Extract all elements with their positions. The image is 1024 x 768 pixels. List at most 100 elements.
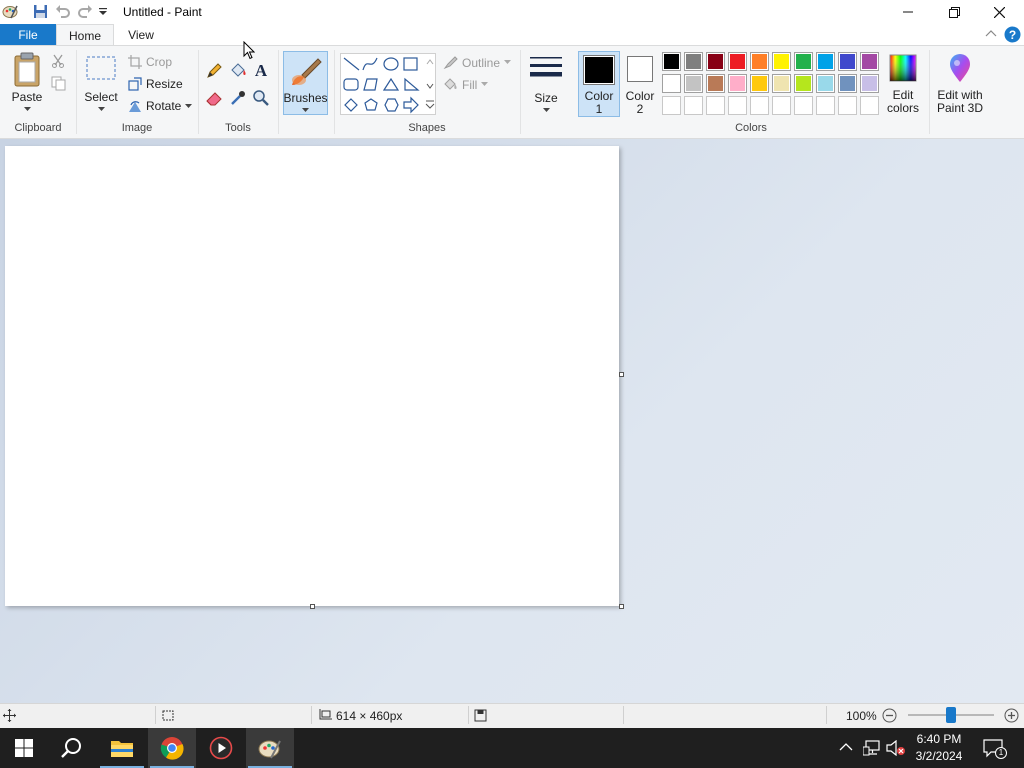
customize-quick-access-icon[interactable]	[98, 7, 108, 17]
palette-swatch-2-4[interactable]	[728, 74, 747, 93]
drawing-canvas[interactable]	[5, 146, 619, 606]
copy-button[interactable]	[51, 76, 66, 91]
palette-swatch-1-3[interactable]	[706, 52, 725, 71]
palette-swatch-1-7[interactable]	[794, 52, 813, 71]
magnifier-tool[interactable]	[252, 89, 270, 107]
eraser-tool[interactable]	[205, 89, 223, 107]
palette-swatch-2-6[interactable]	[772, 74, 791, 93]
taskbar-clock[interactable]: 6:40 PM 3/2/2024	[904, 731, 974, 765]
palette-swatch-3-4[interactable]	[728, 96, 747, 115]
palette-swatch-3-3[interactable]	[706, 96, 725, 115]
clock-time: 6:40 PM	[916, 732, 962, 746]
group-divider	[520, 50, 521, 134]
taskbar-chrome[interactable]	[148, 728, 196, 768]
oval-shape	[383, 57, 399, 71]
network-icon[interactable]	[863, 740, 881, 756]
palette-swatch-3-6[interactable]	[772, 96, 791, 115]
paint-bucket-icon	[231, 63, 246, 77]
action-center-button[interactable]: 1	[983, 739, 1007, 759]
cut-button[interactable]	[51, 54, 65, 68]
palette-swatch-2-10[interactable]	[860, 74, 879, 93]
palette-swatch-3-8[interactable]	[816, 96, 835, 115]
palette-swatch-3-2[interactable]	[684, 96, 703, 115]
paste-button[interactable]: Paste	[6, 52, 48, 112]
paint3d-icon	[950, 54, 970, 82]
fill-bucket-icon	[444, 78, 457, 90]
palette-swatch-2-2[interactable]	[684, 74, 703, 93]
paint-app-icon[interactable]	[2, 3, 18, 19]
folder-icon	[111, 741, 133, 757]
select-button[interactable]: Select	[80, 54, 122, 112]
start-button[interactable]	[0, 728, 48, 768]
palette-swatch-1-4[interactable]	[728, 52, 747, 71]
save-icon[interactable]	[33, 4, 48, 19]
crop-button[interactable]: Crop	[128, 55, 172, 69]
edit-colors-button[interactable]: Edit colors	[884, 54, 922, 115]
size-button[interactable]: Size	[526, 54, 566, 113]
color1-button[interactable]: Color 1	[578, 51, 620, 117]
scissors-icon	[52, 54, 64, 68]
outline-button[interactable]: Outline	[443, 55, 512, 70]
taskbar-media-player[interactable]	[197, 728, 245, 768]
redo-icon[interactable]	[77, 4, 93, 19]
palette-swatch-3-7[interactable]	[794, 96, 813, 115]
chevron-down-icon	[302, 108, 309, 112]
palette-swatch-1-9[interactable]	[838, 52, 857, 71]
palette-swatch-3-5[interactable]	[750, 96, 769, 115]
palette-swatch-1-2[interactable]	[684, 52, 703, 71]
fill-button[interactable]: Fill	[443, 77, 489, 92]
close-button[interactable]	[976, 0, 1022, 24]
fill-tool[interactable]	[229, 62, 247, 80]
view-tab[interactable]: View	[116, 24, 166, 46]
palette-swatch-2-8[interactable]	[816, 74, 835, 93]
show-hidden-icons-icon[interactable]	[839, 741, 853, 753]
edit-with-paint3d-button[interactable]: Edit with Paint 3D	[934, 54, 986, 115]
palette-swatch-3-1[interactable]	[662, 96, 681, 115]
palette-swatch-1-8[interactable]	[816, 52, 835, 71]
help-icon[interactable]: ?	[1004, 26, 1021, 43]
minimize-button[interactable]	[885, 0, 931, 24]
taskbar-paint[interactable]	[246, 728, 294, 768]
search-icon	[61, 738, 81, 758]
palette-swatch-2-5[interactable]	[750, 74, 769, 93]
taskbar-file-explorer[interactable]	[98, 728, 146, 768]
brushes-button[interactable]: Brushes	[283, 51, 328, 115]
line-shape	[343, 57, 360, 71]
resize-handle-bottom[interactable]	[310, 604, 315, 609]
file-tab[interactable]: File	[0, 24, 56, 46]
clock-date: 3/2/2024	[915, 749, 963, 763]
pencil-tool[interactable]	[205, 62, 223, 80]
curve-shape	[362, 57, 378, 71]
selection-rectangle-icon	[86, 56, 116, 80]
resize-handle-corner[interactable]	[619, 604, 624, 609]
palette-swatch-2-1[interactable]	[662, 74, 681, 93]
color-picker-tool[interactable]	[229, 89, 247, 107]
search-button[interactable]	[48, 728, 96, 768]
zoom-in-button[interactable]	[1004, 708, 1019, 723]
home-tab[interactable]: Home	[56, 24, 114, 46]
zoom-slider-thumb[interactable]	[946, 707, 956, 723]
minimize-ribbon-icon[interactable]	[985, 29, 997, 39]
resize-button[interactable]: Resize	[128, 77, 183, 91]
restore-button[interactable]	[931, 0, 977, 24]
zoom-out-button[interactable]	[882, 708, 897, 723]
cursor-position-icon	[3, 709, 16, 722]
rotate-button[interactable]: Rotate	[128, 99, 193, 113]
brush-icon	[291, 58, 322, 85]
palette-swatch-1-6[interactable]	[772, 52, 791, 71]
palette-swatch-2-3[interactable]	[706, 74, 725, 93]
color2-button[interactable]: Color 2	[622, 54, 658, 116]
palette-swatch-1-1[interactable]	[662, 52, 681, 71]
palette-swatch-1-10[interactable]	[860, 52, 879, 71]
volume-muted-icon[interactable]	[886, 740, 906, 756]
palette-swatch-1-5[interactable]	[750, 52, 769, 71]
pentagon-shape	[364, 98, 378, 111]
resize-handle-right[interactable]	[619, 372, 624, 377]
palette-swatch-3-10[interactable]	[860, 96, 879, 115]
palette-swatch-3-9[interactable]	[838, 96, 857, 115]
shapes-gallery[interactable]	[340, 53, 436, 115]
undo-icon[interactable]	[55, 4, 71, 19]
text-tool[interactable]: A	[252, 61, 270, 79]
palette-swatch-2-9[interactable]	[838, 74, 857, 93]
palette-swatch-2-7[interactable]	[794, 74, 813, 93]
